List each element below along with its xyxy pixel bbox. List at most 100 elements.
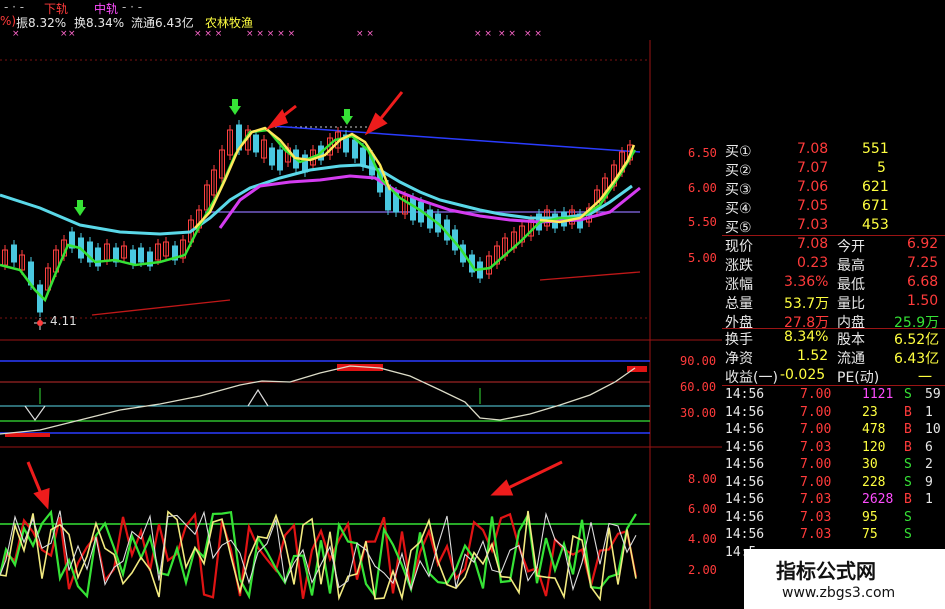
bid-price: 7.08 <box>797 141 829 157</box>
candle-body <box>130 249 136 265</box>
trade-time: 14:56 <box>725 387 765 402</box>
trade-row: 14:56 7.03 120 B 6 <box>722 440 945 457</box>
trade-count: 1 <box>925 404 933 420</box>
quote-value: 6.92 <box>907 236 939 252</box>
quote-row: 总量 53.7万 量比 1.50 <box>722 293 945 312</box>
trade-price: 7.03 <box>800 492 832 507</box>
trade-side: S <box>904 387 912 402</box>
divider <box>722 385 945 386</box>
trade-price: 7.03 <box>800 509 832 525</box>
low-price-label: 4.11 <box>50 314 77 328</box>
svg-text:×: × <box>68 29 76 39</box>
trade-time: 14:56 <box>725 527 765 542</box>
trade-price: 7.00 <box>800 387 832 402</box>
svg-text:× ×: × × <box>474 29 492 39</box>
trade-count: 1 <box>925 492 933 507</box>
candle-body <box>269 147 275 166</box>
bid-label: 买② <box>725 163 752 179</box>
trade-volume: 23 <box>862 404 878 420</box>
stats-row: 收益(一) -0.025 PE(动) 一 <box>722 367 945 386</box>
low-marker <box>34 318 46 330</box>
trade-price: 7.00 <box>800 474 832 490</box>
stats-value: -0.025 <box>780 367 826 383</box>
trade-row: 14:56 7.03 75 S <box>722 527 945 544</box>
quote-summary: 现价 7.08 今开 6.92 涨跌 0.23 最高 7.25 涨幅 3.36%… <box>722 236 945 336</box>
quote-label: 现价 <box>725 239 753 255</box>
svg-text:× × ×: × × × <box>194 29 222 39</box>
trade-side: S <box>904 509 912 525</box>
stats-value: 8.34% <box>784 329 829 345</box>
bid-volume: 551 <box>862 141 889 157</box>
stats-value: 6.52亿 <box>894 332 940 348</box>
stats-label: 换手 <box>725 332 753 348</box>
svg-text:×: × <box>60 29 68 39</box>
quote-label: 今开 <box>837 239 865 255</box>
quote-value: 3.36% <box>784 274 829 290</box>
order-book-row[interactable]: 买② 7.07 5 <box>722 160 945 179</box>
bid-label: 买① <box>725 144 752 160</box>
stats-label: PE(动) <box>837 370 880 386</box>
trade-side: B <box>904 404 912 420</box>
lower-tick-4: 4.00 <box>688 532 717 546</box>
trade-row: 14:56 7.00 1121 S 59 <box>722 387 945 404</box>
order-book-row[interactable]: 买③ 7.06 621 <box>722 179 945 198</box>
bid-price: 7.03 <box>797 217 829 233</box>
bid-volume: 671 <box>862 198 889 214</box>
trade-price: 7.00 <box>800 404 832 420</box>
bid-label: 买③ <box>725 182 752 198</box>
svg-text:× ×: × × <box>498 29 516 39</box>
order-book-row[interactable]: 买⑤ 7.03 453 <box>722 217 945 236</box>
quote-label: 涨幅 <box>725 277 753 293</box>
svg-text:× × × × ×: × × × × × <box>246 29 295 39</box>
trade-price: 7.00 <box>800 457 832 472</box>
stats-row: 净资 1.52 流通 6.43亿 <box>722 348 945 367</box>
bid-price: 7.07 <box>797 160 829 176</box>
trade-count: 2 <box>925 457 933 472</box>
stats-label: 流通 <box>837 351 865 367</box>
trade-row: 14:56 7.00 23 B 1 <box>722 405 945 422</box>
trade-time: 14:56 <box>725 404 765 420</box>
trade-row: 14:56 7.00 228 S 9 <box>722 475 945 492</box>
stats-label: 收益(一) <box>725 370 778 386</box>
trade-volume: 228 <box>862 474 886 490</box>
quote-value: 1.50 <box>907 293 939 309</box>
trade-side: B <box>904 422 912 437</box>
trade-row: 14:56 7.00 30 S 2 <box>722 457 945 474</box>
candle-body <box>277 149 283 171</box>
price-tick-550: 5.50 <box>688 215 717 229</box>
candle-body <box>95 247 101 267</box>
stock-stats: 换手 8.34% 股本 6.52亿 净资 1.52 流通 6.43亿 收益(一)… <box>722 329 945 389</box>
candle-body <box>11 244 17 263</box>
trade-side: S <box>904 474 912 490</box>
trade-side: S <box>904 457 912 472</box>
stats-row: 换手 8.34% 股本 6.52亿 <box>722 329 945 348</box>
quote-value: 0.23 <box>797 255 829 271</box>
osc-tick-30: 30.00 <box>680 406 717 420</box>
lower-indicator-panel <box>0 509 650 602</box>
bid-volume: 453 <box>862 217 889 233</box>
signal-marker-row: × × × × × × × × × × × × × × × × × × × <box>12 29 542 39</box>
trade-price: 7.00 <box>800 422 832 437</box>
quote-value: 7.25 <box>907 255 939 271</box>
price-tick-600: 6.00 <box>688 181 717 195</box>
quote-value: 53.7万 <box>784 296 830 312</box>
trade-count: 10 <box>925 422 941 437</box>
site-watermark: 指标公式网 www.zbgs3.com <box>744 549 945 609</box>
trade-side: S <box>904 527 912 542</box>
order-book-row[interactable]: 买① 7.08 551 <box>722 141 945 160</box>
svg-text:× ×: × × <box>356 29 374 39</box>
bid-volume: 621 <box>862 179 889 195</box>
trade-price: 7.03 <box>800 439 832 455</box>
lower-tick-2: 2.00 <box>688 563 717 577</box>
quote-row: 涨跌 0.23 最高 7.25 <box>722 255 945 274</box>
osc-tick-60: 60.00 <box>680 380 717 394</box>
svg-text:× ×: × × <box>524 29 542 39</box>
bid-price: 7.06 <box>797 179 829 195</box>
candle-body <box>138 247 144 263</box>
trade-time: 14:56 <box>725 457 765 472</box>
order-book-row[interactable]: 买④ 7.05 671 <box>722 198 945 217</box>
trade-time: 14:56 <box>725 422 765 437</box>
chart-area[interactable]: × × × × × × × × × × × × × × × × × × × <box>0 0 722 609</box>
candle-body <box>352 139 358 159</box>
svg-text:×: × <box>12 29 20 39</box>
